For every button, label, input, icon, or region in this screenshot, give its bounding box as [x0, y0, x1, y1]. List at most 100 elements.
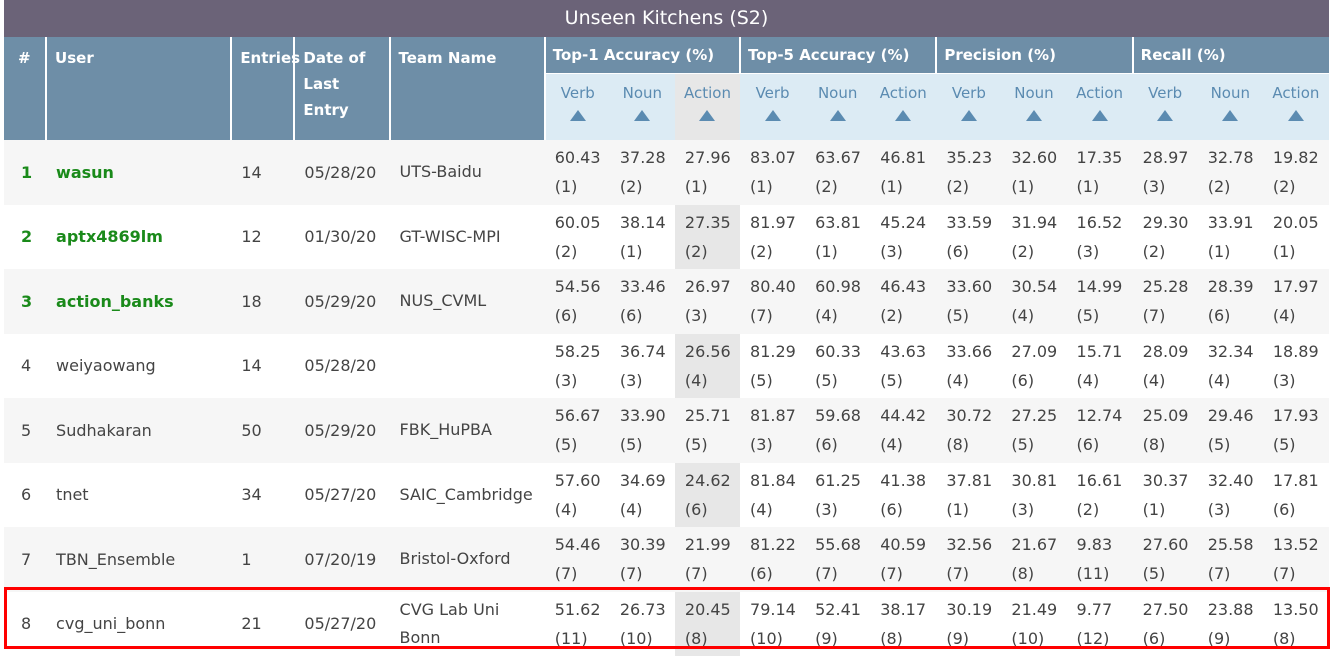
metric-rank: (5)	[1142, 564, 1166, 584]
sort-top5-action[interactable]: Action	[870, 73, 937, 140]
metric-value: 30.39	[619, 535, 666, 555]
user-name[interactable]: tnet	[46, 462, 232, 527]
table-row: 8 cvg_uni_bonn 21 05/27/20 CVG Lab Uni Bonn 5…	[4, 591, 1329, 656]
team-cell: Bristol-Oxford	[389, 527, 545, 592]
leaderboard-title: Unseen Kitchens (S2)	[4, 0, 1329, 37]
metric-cell: 35.23 (2)	[936, 140, 1002, 205]
metric-cell: 83.07 (1)	[740, 140, 806, 205]
metric-cell: 31.94 (2)	[1001, 204, 1067, 269]
metric-value: 25.58	[1207, 535, 1254, 555]
entries-cell: 1	[231, 527, 295, 592]
metric-rank: (6)	[1076, 435, 1100, 455]
metric-cell: 21.49 (10)	[1001, 591, 1067, 656]
metric-rank: (9)	[815, 628, 838, 648]
sort-top1-action[interactable]: Action	[674, 73, 741, 140]
metric-value: 17.97	[1272, 277, 1319, 297]
sort-top5-noun[interactable]: Noun	[805, 73, 871, 140]
user-name[interactable]: weiyaowang	[46, 333, 232, 398]
leaderboard-rows: 1 wasun 14 05/28/20 UTS-Baidu 60.43 (1) 37.28 (2…	[4, 140, 1329, 656]
metric-rank: (4)	[684, 370, 708, 390]
metric-rank: (6)	[1011, 370, 1035, 390]
rank-cell: 1	[4, 140, 47, 205]
sort-precision-noun[interactable]: Noun	[1001, 73, 1067, 140]
metric-cell: 81.87 (3)	[740, 398, 806, 463]
metric-cell: 25.71 (5)	[674, 398, 741, 463]
user-name[interactable]: TBN_Ensemble	[46, 527, 232, 592]
metric-cell: 25.09 (8)	[1132, 398, 1198, 463]
user-name[interactable]: aptx4869lm	[46, 204, 232, 269]
metric-value: 16.52	[1076, 212, 1123, 232]
metric-rank: (4)	[1207, 370, 1231, 390]
metric-rank: (1)	[619, 241, 643, 261]
metric-cell: 56.67 (5)	[544, 398, 610, 463]
metric-cell: 30.19 (9)	[936, 591, 1002, 656]
metric-value: 41.38	[880, 470, 927, 490]
metric-cell: 29.30 (2)	[1132, 204, 1198, 269]
metric-cell: 30.39 (7)	[609, 527, 675, 592]
metric-value: 30.54	[1011, 277, 1058, 297]
sort-recall-action[interactable]: Action	[1262, 73, 1329, 140]
user-name[interactable]: Sudhakaran	[46, 398, 232, 463]
user-name[interactable]: cvg_uni_bonn	[46, 591, 232, 656]
metric-rank: (7)	[815, 564, 838, 584]
sort-top1-noun[interactable]: Noun	[609, 73, 675, 140]
metric-value: 33.59	[946, 212, 993, 232]
metric-rank: (1)	[1142, 499, 1166, 519]
metric-rank: (2)	[1272, 177, 1296, 197]
sort-top5-verb[interactable]: Verb	[740, 73, 806, 140]
metric-rank: (1)	[946, 499, 969, 519]
sort-precision-verb[interactable]: Verb	[936, 73, 1002, 140]
metric-rank: (2)	[1011, 241, 1035, 261]
metric-rank: (2)	[554, 241, 578, 261]
metric-cell: 17.93 (5)	[1262, 398, 1329, 463]
sort-recall-noun[interactable]: Noun	[1197, 73, 1263, 140]
sub-header-label: Action	[1076, 84, 1124, 102]
col-header-entries[interactable]: Entries	[231, 37, 300, 140]
team-cell	[389, 333, 545, 398]
metric-value: 43.63	[880, 341, 927, 361]
metric-cell: 81.84 (4)	[740, 462, 806, 527]
metric-value: 37.28	[619, 148, 666, 168]
team-cell: CVG Lab Uni Bonn	[389, 591, 545, 656]
metric-cell: 79.14 (10)	[740, 591, 806, 656]
metric-value: 60.98	[815, 277, 861, 297]
metric-cell: 21.67 (8)	[1001, 527, 1067, 592]
sort-recall-verb[interactable]: Verb	[1132, 73, 1198, 140]
sub-header-label: Action	[1272, 84, 1320, 102]
col-header-team[interactable]: Team Name	[389, 37, 546, 140]
metric-cell: 34.69 (4)	[609, 462, 675, 527]
metric-rank: (2)	[815, 177, 838, 197]
user-name[interactable]: action_banks	[46, 269, 232, 334]
metric-rank: (6)	[684, 499, 708, 519]
metric-value: 63.67	[815, 148, 861, 168]
team-cell: UTS-Baidu	[389, 140, 545, 205]
user-name[interactable]: wasun	[46, 140, 232, 205]
metric-value: 33.91	[1207, 212, 1254, 232]
metric-cell: 9.83 (11)	[1066, 527, 1133, 592]
metric-value: 60.05	[554, 212, 601, 232]
entries-cell: 18	[231, 269, 295, 334]
metric-value: 16.61	[1076, 470, 1123, 490]
sort-precision-action[interactable]: Action	[1066, 73, 1133, 140]
col-header-user[interactable]: User	[46, 37, 233, 140]
metric-rank: (6)	[554, 306, 578, 326]
metric-value: 27.60	[1142, 535, 1189, 555]
entries-cell: 14	[231, 140, 295, 205]
metric-cell: 33.46 (6)	[609, 269, 675, 334]
metric-rank: (4)	[1011, 306, 1035, 326]
sub-header-label: Noun	[1014, 84, 1054, 102]
metric-rank: (6)	[619, 306, 643, 326]
sort-top1-verb[interactable]: Verb	[544, 73, 610, 140]
metric-value: 81.97	[750, 212, 796, 232]
metric-rank: (3)	[1207, 499, 1231, 519]
col-header-date[interactable]: Date of Last Entry	[294, 37, 391, 140]
metric-cell: 17.97 (4)	[1262, 269, 1329, 334]
metric-value: 27.09	[1011, 341, 1058, 361]
metric-value: 37.81	[946, 470, 993, 490]
metric-rank: (8)	[1011, 564, 1035, 584]
group-header-top5: Top-5 Accuracy (%)	[740, 37, 938, 74]
metric-value: 33.60	[946, 277, 993, 297]
metric-cell: 80.40 (7)	[740, 269, 806, 334]
metric-cell: 23.88 (9)	[1197, 591, 1263, 656]
table-row: 5 Sudhakaran 50 05/29/20 FBK_HuPBA 56.67 (5) 33…	[4, 398, 1329, 463]
